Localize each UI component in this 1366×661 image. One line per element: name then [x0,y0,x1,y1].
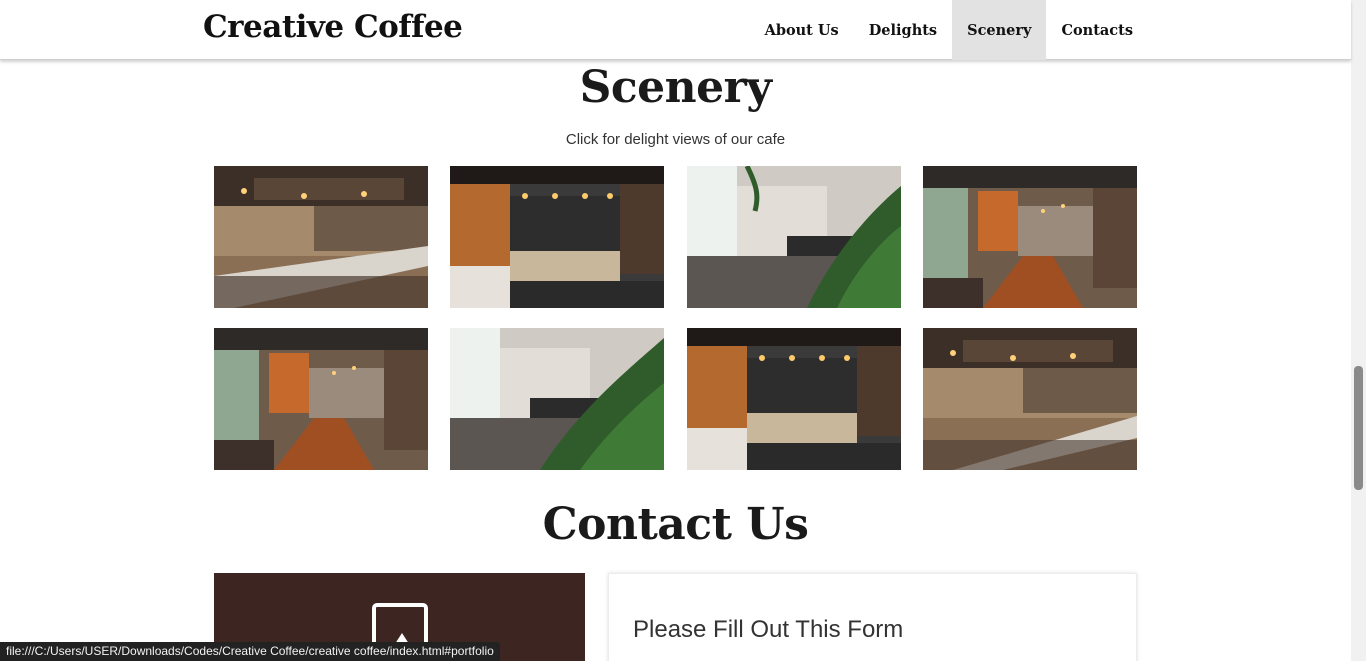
gallery-photo-8[interactable] [922,328,1137,470]
nav-link-scenery[interactable]: Scenery [952,0,1047,60]
scrollbar-thumb[interactable] [1354,366,1363,490]
nav-link-about-us[interactable]: About Us [750,0,854,60]
nav-links: About Us Delights Scenery Contacts [750,0,1148,60]
link-status-bar: file:///C:/Users/USER/Downloads/Codes/Cr… [0,642,500,661]
gallery-photo-7[interactable] [686,328,901,470]
page-scrollbar[interactable] [1351,0,1366,661]
brand-logo[interactable]: Creative Coffee [203,9,463,45]
scenery-title: Scenery [579,62,772,113]
navbar: Creative Coffee About Us Delights Scener… [0,0,1351,60]
contact-form-card: Please Fill Out This Form [608,573,1137,661]
form-title: Please Fill Out This Form [633,616,904,643]
gallery-photo-1[interactable] [214,166,428,308]
nav-link-delights[interactable]: Delights [854,0,952,60]
nav-link-contacts[interactable]: Contacts [1046,0,1148,60]
gallery-photo-5[interactable] [214,328,428,470]
gallery-photo-3[interactable] [686,166,901,308]
gallery-photo-4[interactable] [922,166,1137,308]
gallery-photo-2[interactable] [450,166,665,308]
scenery-subtitle: Click for delight views of our cafe [565,131,786,148]
contact-title: Contact Us [542,499,809,550]
gallery-photo-6[interactable] [450,328,665,470]
scenery-gallery [214,166,1137,470]
